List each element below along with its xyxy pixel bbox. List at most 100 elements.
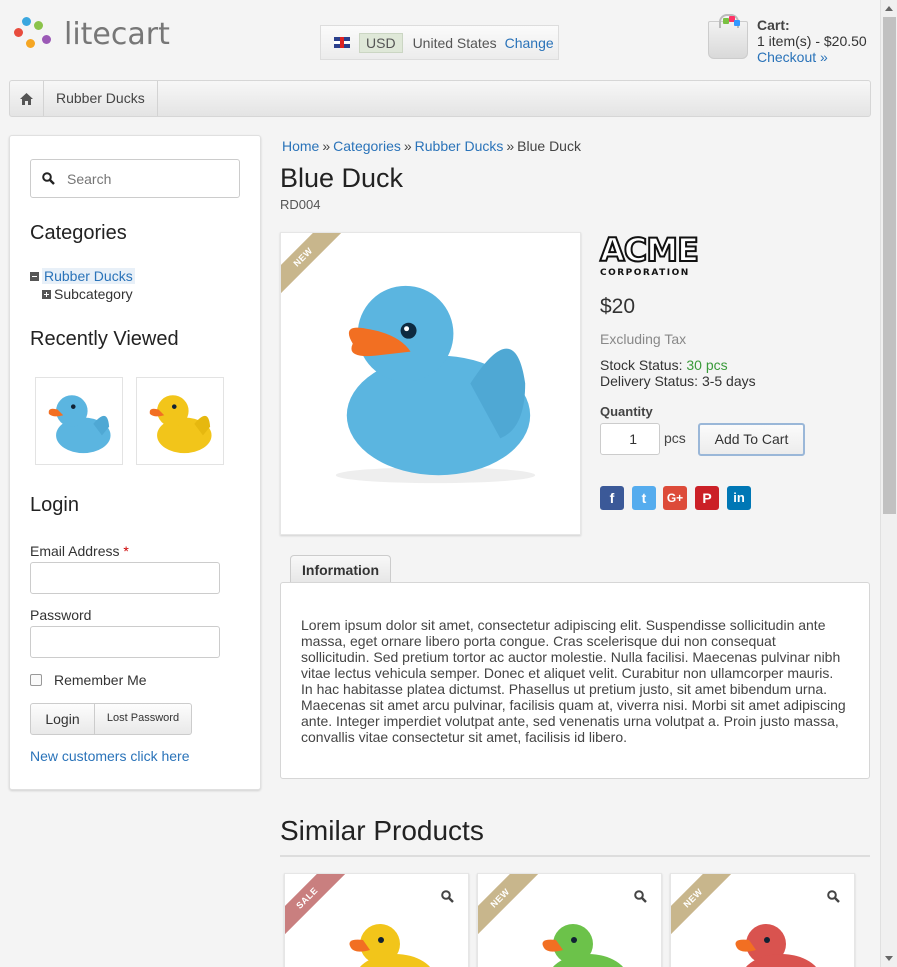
- category-label[interactable]: Subcategory: [54, 286, 133, 302]
- breadcrumb-current: Blue Duck: [517, 138, 581, 154]
- logo-dot-icon: [14, 28, 23, 37]
- page-scrollbar[interactable]: [880, 0, 897, 967]
- cart-widget[interactable]: Cart: 1 item(s) - $20.50 Checkout »: [707, 14, 877, 70]
- quantity-label: Quantity: [600, 404, 653, 419]
- email-label-text: Email Address: [30, 543, 120, 559]
- change-region-link[interactable]: Change: [505, 35, 554, 51]
- magnifier-icon[interactable]: [634, 890, 647, 903]
- home-icon: [20, 92, 33, 105]
- product-description: Lorem ipsum dolor sit amet, consectetur …: [301, 617, 846, 745]
- recent-product-thumb[interactable]: [136, 377, 224, 465]
- currency-badge: USD: [359, 32, 403, 53]
- required-mark: *: [123, 543, 129, 559]
- litecart-logo[interactable]: litecart: [14, 15, 189, 55]
- expand-icon: [42, 289, 51, 299]
- breadcrumb-separator: »: [322, 138, 331, 154]
- product-image[interactable]: NEW: [280, 232, 581, 535]
- login-button-group: Login Lost Password: [30, 703, 192, 735]
- stock-value: 30 pcs: [686, 357, 728, 373]
- email-field[interactable]: [30, 562, 220, 594]
- logo-dot-icon: [42, 35, 51, 44]
- remember-label: Remember Me: [54, 672, 147, 688]
- search-icon: [42, 172, 55, 185]
- breadcrumb-separator: »: [403, 138, 412, 154]
- magnifier-icon[interactable]: [827, 890, 840, 903]
- product-sku: RD004: [280, 197, 321, 212]
- category-link[interactable]: Rubber Ducks: [42, 268, 135, 284]
- product-price: $20: [600, 295, 636, 318]
- logo-dot-icon: [34, 21, 43, 30]
- magnifier-icon[interactable]: [441, 890, 454, 903]
- region-selector[interactable]: USD United States Change: [320, 25, 559, 60]
- green-duck-image: [542, 924, 624, 967]
- breadcrumb: Home» Categories» Rubber Ducks» Blue Duck: [282, 138, 581, 154]
- similar-product-card[interactable]: NEW: [477, 873, 662, 967]
- divider: [280, 855, 870, 857]
- scroll-down-arrow-icon[interactable]: [885, 956, 893, 961]
- password-field[interactable]: [30, 626, 220, 658]
- password-label: Password: [30, 607, 92, 623]
- categories-heading: Categories: [30, 222, 127, 244]
- category-item-subcategory[interactable]: Subcategory: [42, 286, 133, 302]
- checkout-link[interactable]: Checkout »: [757, 49, 828, 65]
- similar-product-card[interactable]: SALE: [284, 873, 469, 967]
- facebook-share-icon[interactable]: f: [600, 486, 624, 510]
- login-heading: Login: [30, 494, 79, 516]
- collapse-icon: [30, 271, 39, 281]
- breadcrumb-rubber-ducks[interactable]: Rubber Ducks: [415, 138, 504, 154]
- breadcrumb-categories[interactable]: Categories: [333, 138, 401, 154]
- google-plus-share-icon[interactable]: G+: [663, 486, 687, 510]
- delivery-value: 3-5 days: [701, 373, 756, 389]
- yellow-duck-image: [149, 395, 212, 454]
- recent-product-thumb[interactable]: [35, 377, 123, 465]
- add-to-cart-button[interactable]: Add To Cart: [698, 423, 805, 456]
- acme-logo-subtext: CORPORATION: [600, 268, 690, 278]
- lost-password-button[interactable]: Lost Password: [95, 704, 191, 734]
- login-button[interactable]: Login: [31, 704, 95, 734]
- red-duck-image: [735, 924, 817, 967]
- acme-logo-text: ACME: [599, 231, 700, 269]
- brand-name: litecart: [64, 17, 170, 52]
- tab-information[interactable]: Information: [290, 555, 391, 583]
- main-navigation: Rubber Ducks: [9, 80, 871, 117]
- search-box[interactable]: [30, 159, 240, 198]
- quantity-unit: pcs: [664, 430, 686, 446]
- nav-item-rubber-ducks[interactable]: Rubber Ducks: [44, 81, 158, 116]
- linkedin-share-icon[interactable]: in: [727, 486, 751, 510]
- scrollbar-thumb[interactable]: [883, 17, 896, 514]
- remember-me[interactable]: Remember Me: [30, 672, 147, 688]
- yellow-duck-image: [349, 924, 431, 967]
- recently-viewed-heading: Recently Viewed: [30, 328, 179, 350]
- stock-info: Stock Status: 30 pcs Delivery Status: 3-…: [600, 357, 756, 389]
- country-label: United States: [412, 34, 497, 51]
- uk-flag-icon: [334, 37, 350, 48]
- information-panel: Lorem ipsum dolor sit amet, consectetur …: [280, 582, 870, 779]
- category-item-rubber-ducks[interactable]: Rubber Ducks: [30, 268, 135, 284]
- shopping-bag-icon: [708, 14, 748, 59]
- logo-dot-icon: [22, 17, 31, 26]
- twitter-share-icon[interactable]: t: [632, 486, 656, 510]
- search-input[interactable]: [67, 170, 217, 187]
- tax-note: Excluding Tax: [600, 331, 687, 347]
- remember-checkbox[interactable]: [30, 674, 42, 686]
- manufacturer-logo[interactable]: ACME CORPORATION: [599, 231, 710, 282]
- similar-product-card[interactable]: NEW: [670, 873, 855, 967]
- cart-title: Cart:: [757, 17, 790, 33]
- new-customers-link[interactable]: New customers click here: [30, 748, 190, 764]
- sidebar: Categories Rubber Ducks Subcategory Rece…: [9, 135, 261, 790]
- blue-duck-image: [48, 395, 111, 454]
- pinterest-share-icon[interactable]: P: [695, 486, 719, 510]
- quantity-input[interactable]: 1: [600, 423, 660, 455]
- blue-duck-image: [335, 285, 536, 484]
- stock-label: Stock Status:: [600, 357, 683, 373]
- scroll-up-arrow-icon[interactable]: [885, 6, 893, 11]
- breadcrumb-home[interactable]: Home: [282, 138, 319, 154]
- email-label: Email Address *: [30, 543, 129, 559]
- similar-products-heading: Similar Products: [280, 815, 484, 846]
- logo-dot-icon: [26, 39, 35, 48]
- cart-summary: 1 item(s) - $20.50: [757, 33, 867, 49]
- delivery-label: Delivery Status:: [600, 373, 699, 389]
- breadcrumb-separator: »: [506, 138, 515, 154]
- home-button[interactable]: [10, 81, 44, 116]
- page-title: Blue Duck: [280, 163, 404, 193]
